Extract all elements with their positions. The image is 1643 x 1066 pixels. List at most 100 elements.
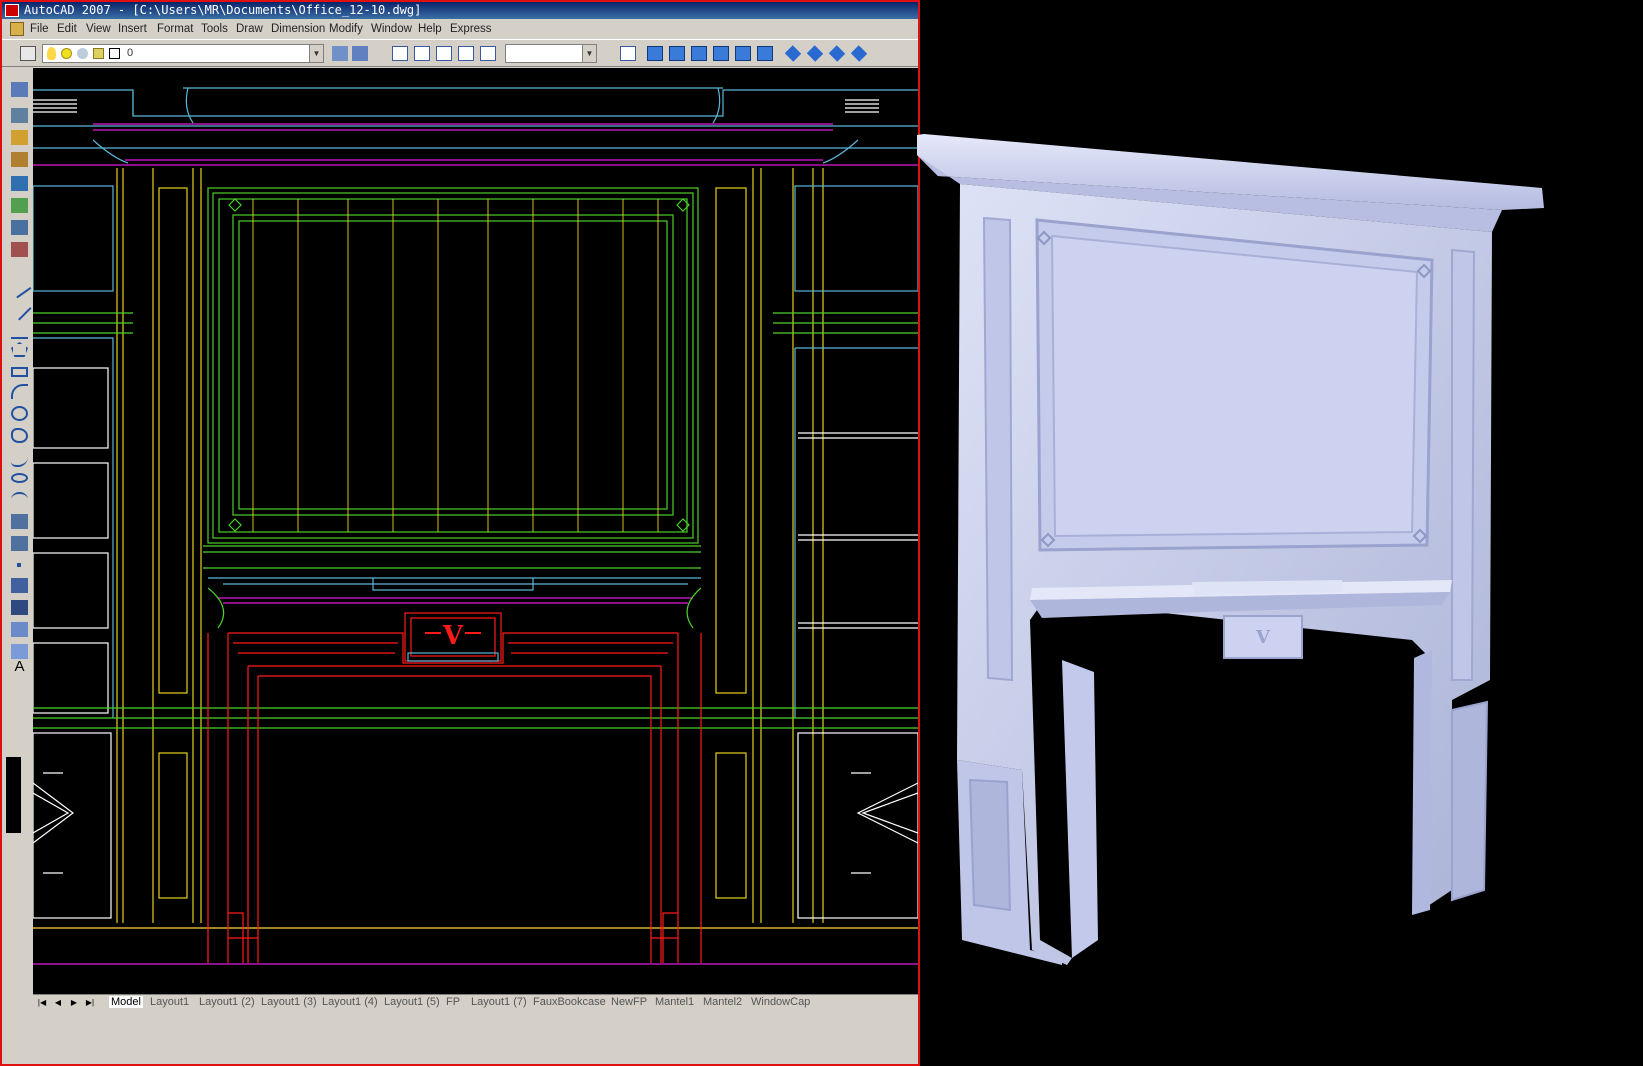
menu-insert[interactable]: Insert bbox=[118, 23, 147, 35]
layer-combo[interactable]: 0 ▼ bbox=[42, 44, 324, 63]
drawing-canvas[interactable]: V bbox=[32, 68, 919, 994]
point-icon[interactable] bbox=[17, 563, 21, 567]
prev-tab-icon[interactable]: ◀ bbox=[51, 996, 65, 1010]
se-isometric-icon[interactable] bbox=[806, 45, 824, 62]
named-view-icon[interactable] bbox=[620, 46, 636, 61]
freeze-icon bbox=[77, 48, 88, 59]
menu-format[interactable]: Format bbox=[157, 23, 193, 35]
menu-file[interactable]: File bbox=[30, 23, 49, 35]
tab-layout1-7[interactable]: Layout1 (7) bbox=[471, 996, 527, 1008]
design-center-icon[interactable] bbox=[11, 176, 28, 191]
brush-icon[interactable] bbox=[11, 152, 28, 167]
bottom-view-icon[interactable] bbox=[669, 46, 685, 61]
table-icon[interactable] bbox=[11, 644, 28, 659]
layers-toolbar: 0 ▼ ▼ bbox=[2, 39, 918, 67]
render-monogram: V bbox=[1255, 627, 1271, 648]
tab-newfp[interactable]: NewFP bbox=[611, 996, 647, 1008]
autocad-window: AutoCAD 2007 - [C:\Users\MR\Documents\Of… bbox=[0, 0, 920, 1066]
next-tab-icon[interactable]: ▶ bbox=[67, 996, 81, 1010]
viewport-scale-combo[interactable]: ▼ bbox=[505, 44, 597, 63]
first-tab-icon[interactable]: |◀ bbox=[35, 996, 49, 1010]
tab-layout1-4[interactable]: Layout1 (4) bbox=[322, 996, 378, 1008]
sw-isometric-icon[interactable] bbox=[784, 45, 802, 62]
menu-dimension[interactable]: Dimension bbox=[271, 23, 325, 35]
construction-line-icon[interactable] bbox=[7, 296, 32, 321]
make-block-icon[interactable] bbox=[11, 536, 28, 551]
front-view-icon[interactable] bbox=[735, 46, 751, 61]
circle-icon[interactable] bbox=[11, 406, 28, 421]
tab-mantel2[interactable]: Mantel2 bbox=[703, 996, 742, 1008]
lightbulb-icon bbox=[47, 47, 56, 60]
region-icon[interactable] bbox=[11, 622, 28, 637]
document-icon[interactable] bbox=[10, 22, 24, 36]
tab-layout1-2[interactable]: Layout1 (2) bbox=[199, 996, 255, 1008]
named-views-icon[interactable] bbox=[392, 46, 408, 61]
menu-bar: File Edit View Insert Format Tools Draw … bbox=[2, 19, 918, 39]
viewport-dialog-icon[interactable] bbox=[436, 46, 452, 61]
menu-modify[interactable]: Modify bbox=[329, 23, 363, 35]
menu-express[interactable]: Express bbox=[450, 23, 492, 35]
properties-icon[interactable] bbox=[11, 82, 28, 97]
window-title: AutoCAD 2007 - [C:\Users\MR\Documents\Of… bbox=[24, 3, 422, 17]
tab-mantel1[interactable]: Mantel1 bbox=[655, 996, 694, 1008]
menu-window[interactable]: Window bbox=[371, 23, 412, 35]
lock-icon bbox=[93, 48, 104, 59]
menu-edit[interactable]: Edit bbox=[57, 23, 77, 35]
polygonal-viewport-icon[interactable] bbox=[458, 46, 474, 61]
left-toolbars: A bbox=[6, 68, 33, 688]
line-icon[interactable] bbox=[7, 274, 32, 299]
multiline-text-icon[interactable]: A bbox=[11, 658, 28, 675]
chevron-down-icon[interactable]: ▼ bbox=[309, 45, 323, 62]
hatch-icon[interactable] bbox=[11, 578, 28, 593]
polyline-icon[interactable] bbox=[11, 322, 28, 339]
rectangle-icon[interactable] bbox=[11, 367, 28, 377]
single-viewport-icon[interactable] bbox=[414, 46, 430, 61]
markup-icon[interactable] bbox=[11, 242, 28, 257]
command-scroll-region[interactable] bbox=[6, 757, 21, 833]
match-properties-icon[interactable] bbox=[11, 108, 28, 123]
menu-draw[interactable]: Draw bbox=[236, 23, 263, 35]
revision-cloud-icon[interactable] bbox=[11, 428, 28, 443]
tool-palette-icon[interactable] bbox=[11, 198, 28, 213]
tab-fp[interactable]: FP bbox=[446, 996, 460, 1008]
convert-viewport-icon[interactable] bbox=[480, 46, 496, 61]
fireplace-elevation-drawing: V bbox=[32, 87, 919, 965]
layout-tabs-bar: |◀ ◀ ▶ ▶| Model Layout1 Layout1 (2) Layo… bbox=[33, 994, 918, 1012]
arc-icon[interactable] bbox=[11, 384, 28, 399]
left-view-icon[interactable] bbox=[691, 46, 707, 61]
insert-block-icon[interactable] bbox=[11, 514, 28, 529]
polygon-icon[interactable] bbox=[11, 342, 28, 357]
mantel-render-image: V bbox=[917, 134, 1544, 965]
last-tab-icon[interactable]: ▶| bbox=[83, 996, 97, 1010]
sun-icon bbox=[61, 48, 72, 59]
mantel-3d-render: V bbox=[912, 120, 1552, 980]
top-view-icon[interactable] bbox=[647, 46, 663, 61]
tab-fauxbookcase[interactable]: FauxBookcase bbox=[533, 996, 606, 1008]
pencil-icon[interactable] bbox=[11, 130, 28, 145]
make-current-layer-icon[interactable] bbox=[332, 46, 348, 61]
back-view-icon[interactable] bbox=[757, 46, 773, 61]
ellipse-arc-icon[interactable] bbox=[11, 492, 28, 507]
chevron-down-icon[interactable]: ▼ bbox=[582, 45, 596, 62]
tab-layout1-5[interactable]: Layout1 (5) bbox=[384, 996, 440, 1008]
tab-model[interactable]: Model bbox=[109, 996, 143, 1008]
menu-view[interactable]: View bbox=[86, 23, 111, 35]
menu-tools[interactable]: Tools bbox=[201, 23, 228, 35]
tab-layout1[interactable]: Layout1 bbox=[150, 996, 189, 1008]
ellipse-icon[interactable] bbox=[11, 473, 28, 483]
tab-layout1-3[interactable]: Layout1 (3) bbox=[261, 996, 317, 1008]
spline-icon[interactable] bbox=[11, 450, 28, 467]
sheet-set-icon[interactable] bbox=[11, 220, 28, 235]
layer-previous-icon[interactable] bbox=[352, 46, 368, 61]
autocad-app-icon[interactable] bbox=[5, 4, 19, 17]
ne-isometric-icon[interactable] bbox=[828, 45, 846, 62]
gradient-icon[interactable] bbox=[11, 600, 28, 615]
menu-help[interactable]: Help bbox=[418, 23, 442, 35]
nw-isometric-icon[interactable] bbox=[850, 45, 868, 62]
right-view-icon[interactable] bbox=[713, 46, 729, 61]
layer-manager-icon[interactable] bbox=[20, 46, 36, 61]
tab-windowcap[interactable]: WindowCap bbox=[751, 996, 810, 1008]
layer-name: 0 bbox=[127, 47, 134, 59]
monogram-label: V bbox=[442, 621, 464, 651]
title-bar[interactable]: AutoCAD 2007 - [C:\Users\MR\Documents\Of… bbox=[2, 2, 918, 19]
